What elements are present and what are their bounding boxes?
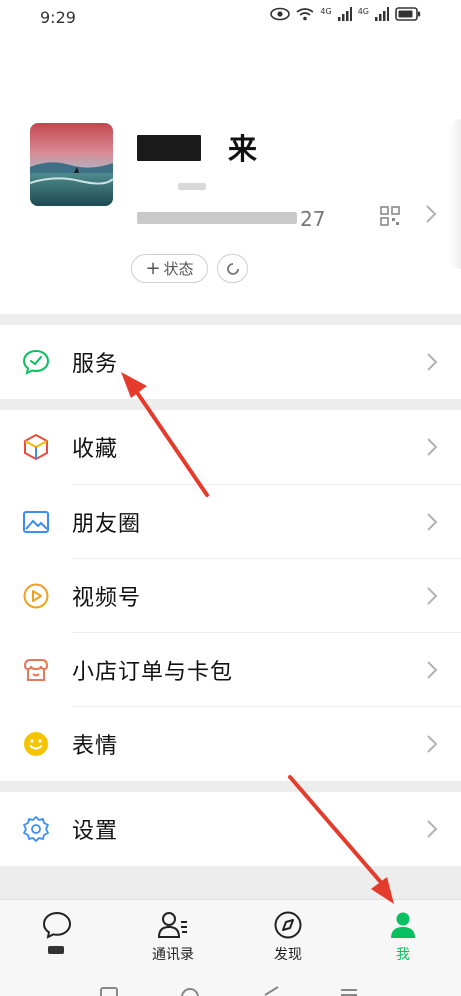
chevron-right-icon	[427, 587, 438, 605]
section-separator	[0, 399, 461, 410]
side-panel-edge	[449, 119, 461, 269]
profile-header[interactable]: 来 27 + 状态	[0, 34, 461, 314]
status-time: 9:29	[40, 8, 76, 27]
network-type-a: 4G	[320, 7, 332, 16]
menu-label-orders: 小店订单与卡包	[72, 660, 234, 685]
bottom-tab-bar: 通讯录 发现 我	[0, 899, 461, 971]
home-icon[interactable]	[180, 987, 200, 996]
menu-label-channels: 视频号	[72, 586, 142, 611]
redacted-tab-label	[48, 946, 64, 954]
menu-item-moments[interactable]: 朋友圈	[0, 485, 461, 559]
section-separator	[0, 314, 461, 325]
gear-icon	[22, 815, 50, 843]
chevron-right-icon	[427, 820, 438, 838]
compass-icon	[272, 910, 304, 940]
menu-item-orders-and-cards[interactable]: 小店订单与卡包	[0, 633, 461, 707]
chevron-right-icon	[427, 735, 438, 753]
chevron-right-icon	[427, 438, 438, 456]
tab-me[interactable]: 我	[357, 900, 449, 972]
channels-play-icon	[22, 582, 50, 610]
battery-icon	[395, 7, 421, 21]
back-icon[interactable]	[262, 986, 280, 996]
menu-item-favorites[interactable]: 收藏	[0, 410, 461, 484]
tab-label-me: 我	[396, 947, 410, 963]
tab-chats[interactable]	[11, 900, 103, 972]
menu-lines-icon[interactable]	[340, 988, 358, 996]
menu-item-services[interactable]: 服务	[0, 325, 461, 399]
signal-icon-2	[375, 7, 389, 21]
status-bar: 9:29 4G 4G	[0, 0, 461, 34]
person-icon	[387, 910, 419, 940]
chevron-right-icon	[427, 513, 438, 531]
refresh-icon	[226, 262, 239, 275]
menu-label-moments: 朋友圈	[72, 512, 142, 537]
favorites-cube-icon	[22, 433, 50, 461]
menu-label-stickers: 表情	[72, 734, 119, 759]
signal-icon	[337, 7, 352, 21]
recent-apps-icon[interactable]	[100, 987, 118, 996]
status-history-button[interactable]	[217, 254, 248, 283]
avatar[interactable]	[30, 123, 113, 206]
smiley-icon	[22, 730, 50, 758]
plus-icon: +	[145, 257, 161, 279]
add-status-button[interactable]: + 状态	[131, 254, 208, 283]
status-icons: 4G 4G	[270, 7, 421, 21]
system-nav-bar	[0, 971, 461, 996]
wxid-suffix: 27	[300, 207, 326, 231]
tab-label-contacts: 通讯录	[152, 947, 194, 963]
chat-bubble-icon	[41, 910, 73, 940]
redacted-line	[178, 183, 206, 190]
tab-discover[interactable]: 发现	[242, 900, 334, 972]
chevron-right-icon	[427, 353, 438, 371]
menu-label-favorites: 收藏	[72, 437, 119, 462]
menu-item-settings[interactable]: 设置	[0, 792, 461, 866]
chevron-right-icon	[427, 661, 438, 679]
contacts-icon	[157, 910, 189, 940]
wifi-icon	[296, 8, 314, 21]
section-separator	[0, 781, 461, 792]
services-icon	[22, 348, 50, 376]
menu-label-settings: 设置	[72, 819, 119, 844]
redacted-wxid	[137, 212, 297, 224]
tab-contacts[interactable]: 通讯录	[127, 900, 219, 972]
status-button-label: 状态	[163, 260, 194, 278]
menu-item-stickers[interactable]: 表情	[0, 707, 461, 781]
qr-code-icon[interactable]	[380, 206, 400, 226]
chevron-right-icon[interactable]	[425, 204, 437, 224]
moments-picture-icon	[22, 508, 50, 536]
nickname: 来	[228, 132, 259, 166]
tab-label-discover: 发现	[274, 947, 302, 963]
shop-icon	[22, 656, 50, 684]
network-type-b: 4G	[357, 7, 369, 16]
menu-item-channels[interactable]: 视频号	[0, 559, 461, 633]
menu-label-services: 服务	[72, 352, 119, 377]
redacted-nickname	[137, 135, 201, 161]
eye-icon	[270, 7, 291, 21]
bottom-filler	[0, 866, 461, 899]
